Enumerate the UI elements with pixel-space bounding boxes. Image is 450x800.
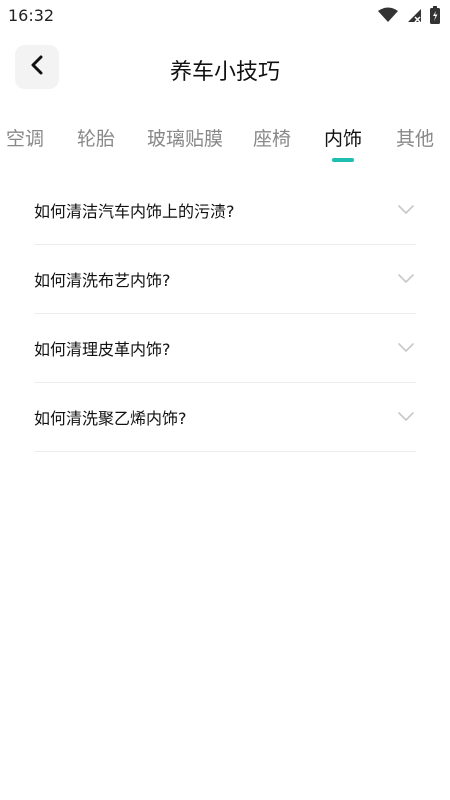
faq-item[interactable]: 如何清洗聚乙烯内饰?: [34, 383, 416, 452]
battery-icon: [430, 6, 440, 28]
tab-label: 玻璃贴膜: [147, 128, 224, 150]
tab-seats[interactable]: 座椅: [253, 124, 291, 151]
status-bar: 16:32: [0, 0, 450, 32]
tab-label: 空调: [6, 128, 45, 150]
tab-label: 内饰: [324, 128, 363, 150]
tab-window-film[interactable]: 玻璃贴膜: [147, 124, 223, 151]
tab-label: 其他: [396, 128, 435, 150]
wifi-icon: [378, 7, 398, 27]
tab-label: 轮胎: [77, 128, 116, 150]
faq-item[interactable]: 如何清洁汽车内饰上的污渍?: [34, 176, 416, 245]
header: 养车小技巧: [0, 40, 450, 96]
status-icons: [378, 6, 440, 28]
tab-tires[interactable]: 轮胎: [77, 124, 115, 151]
faq-item[interactable]: 如何清洗布艺内饰?: [34, 245, 416, 314]
status-time: 16:32: [8, 6, 55, 25]
chevron-down-icon: [398, 269, 414, 288]
tab-other[interactable]: 其他: [396, 124, 434, 151]
tab-ac[interactable]: 空调: [6, 124, 44, 151]
faq-list: 如何清洁汽车内饰上的污渍? 如何清洗布艺内饰? 如何清理皮革内饰? 如何清洗聚乙…: [34, 176, 416, 452]
tab-interior[interactable]: 内饰: [324, 124, 363, 162]
chevron-down-icon: [398, 338, 414, 357]
tab-label: 座椅: [253, 128, 292, 150]
page-title: 养车小技巧: [169, 60, 280, 85]
faq-item[interactable]: 如何清理皮革内饰?: [34, 314, 416, 383]
chevron-down-icon: [398, 407, 414, 426]
faq-question: 如何清理皮革内饰?: [34, 340, 171, 359]
chevron-down-icon: [398, 200, 414, 219]
faq-question: 如何清洗聚乙烯内饰?: [34, 409, 187, 428]
category-tabs: 空调 轮胎 玻璃贴膜 座椅 内饰 其他: [0, 118, 450, 162]
signal-icon: [406, 7, 422, 27]
faq-question: 如何清洗布艺内饰?: [34, 271, 171, 290]
faq-question: 如何清洁汽车内饰上的污渍?: [34, 202, 235, 221]
active-tab-indicator: [332, 158, 354, 162]
